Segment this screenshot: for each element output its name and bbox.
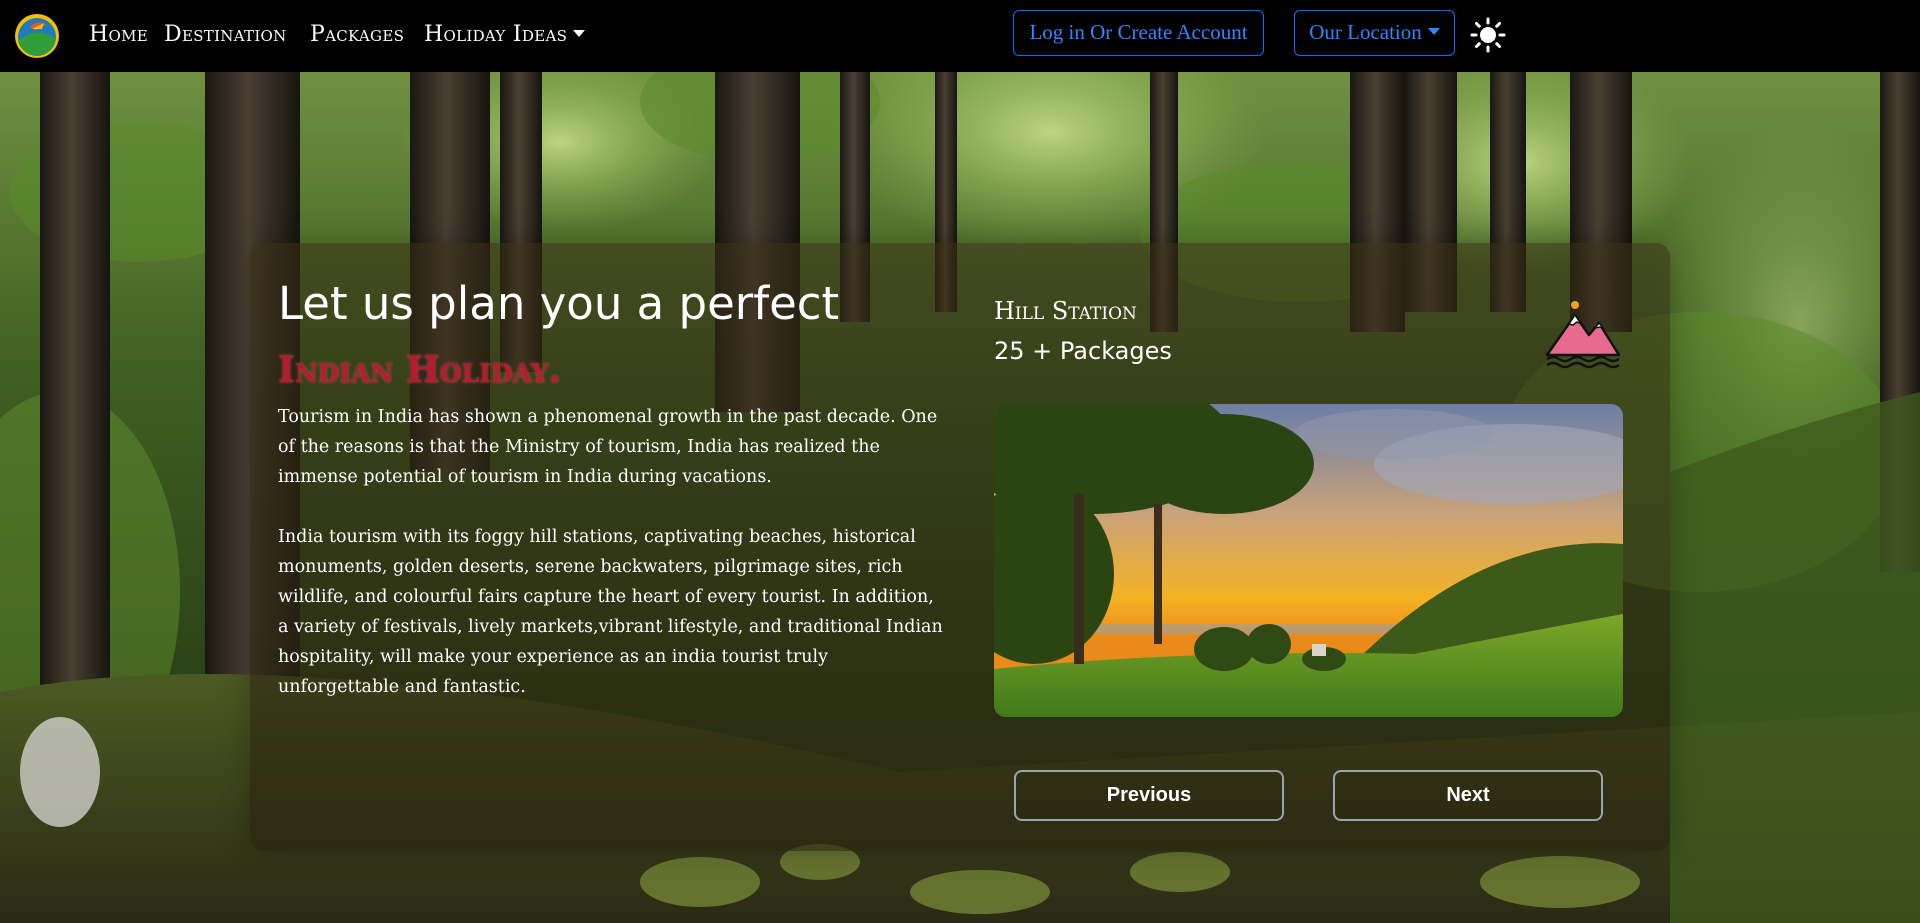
holiday-ideas-label: Holiday Ideas bbox=[424, 22, 568, 47]
hero-paragraph-2: India tourism with its foggy hill statio… bbox=[278, 527, 943, 697]
hero-title: Let us plan you a perfect Indian Holiday… bbox=[278, 272, 958, 402]
hero-title-lead: Let us plan you a perfect bbox=[278, 277, 840, 330]
hill-station-image bbox=[994, 404, 1623, 717]
login-button[interactable]: Log in Or Create Account bbox=[1013, 10, 1264, 56]
mountain-icon bbox=[1545, 301, 1621, 369]
nav-holiday-ideas-dropdown[interactable]: Holiday Ideas bbox=[424, 22, 586, 47]
top-navbar: Home Destination Packages Holiday Ideas … bbox=[0, 0, 1920, 72]
sun-icon[interactable] bbox=[1470, 17, 1506, 53]
hero-paragraph-1: Tourism in India has shown a phenomenal … bbox=[278, 407, 938, 487]
slide-package-count: 25 + Packages bbox=[994, 337, 1172, 365]
next-button[interactable]: Next bbox=[1333, 770, 1603, 821]
brand-logo-icon[interactable] bbox=[14, 13, 60, 59]
chevron-down-icon bbox=[573, 30, 586, 37]
nav-packages-link[interactable]: Packages bbox=[310, 22, 404, 47]
location-label: Our Location bbox=[1309, 20, 1422, 44]
hero-title-highlight: Indian Holiday. bbox=[278, 349, 562, 391]
chevron-down-icon bbox=[1427, 28, 1440, 35]
location-dropdown-button[interactable]: Our Location bbox=[1294, 10, 1455, 56]
nav-destination-link[interactable]: Destination bbox=[164, 22, 287, 47]
nav-home-link[interactable]: Home bbox=[89, 22, 148, 47]
slide-category-title: Hill Station bbox=[994, 297, 1137, 325]
previous-button[interactable]: Previous bbox=[1014, 770, 1284, 821]
